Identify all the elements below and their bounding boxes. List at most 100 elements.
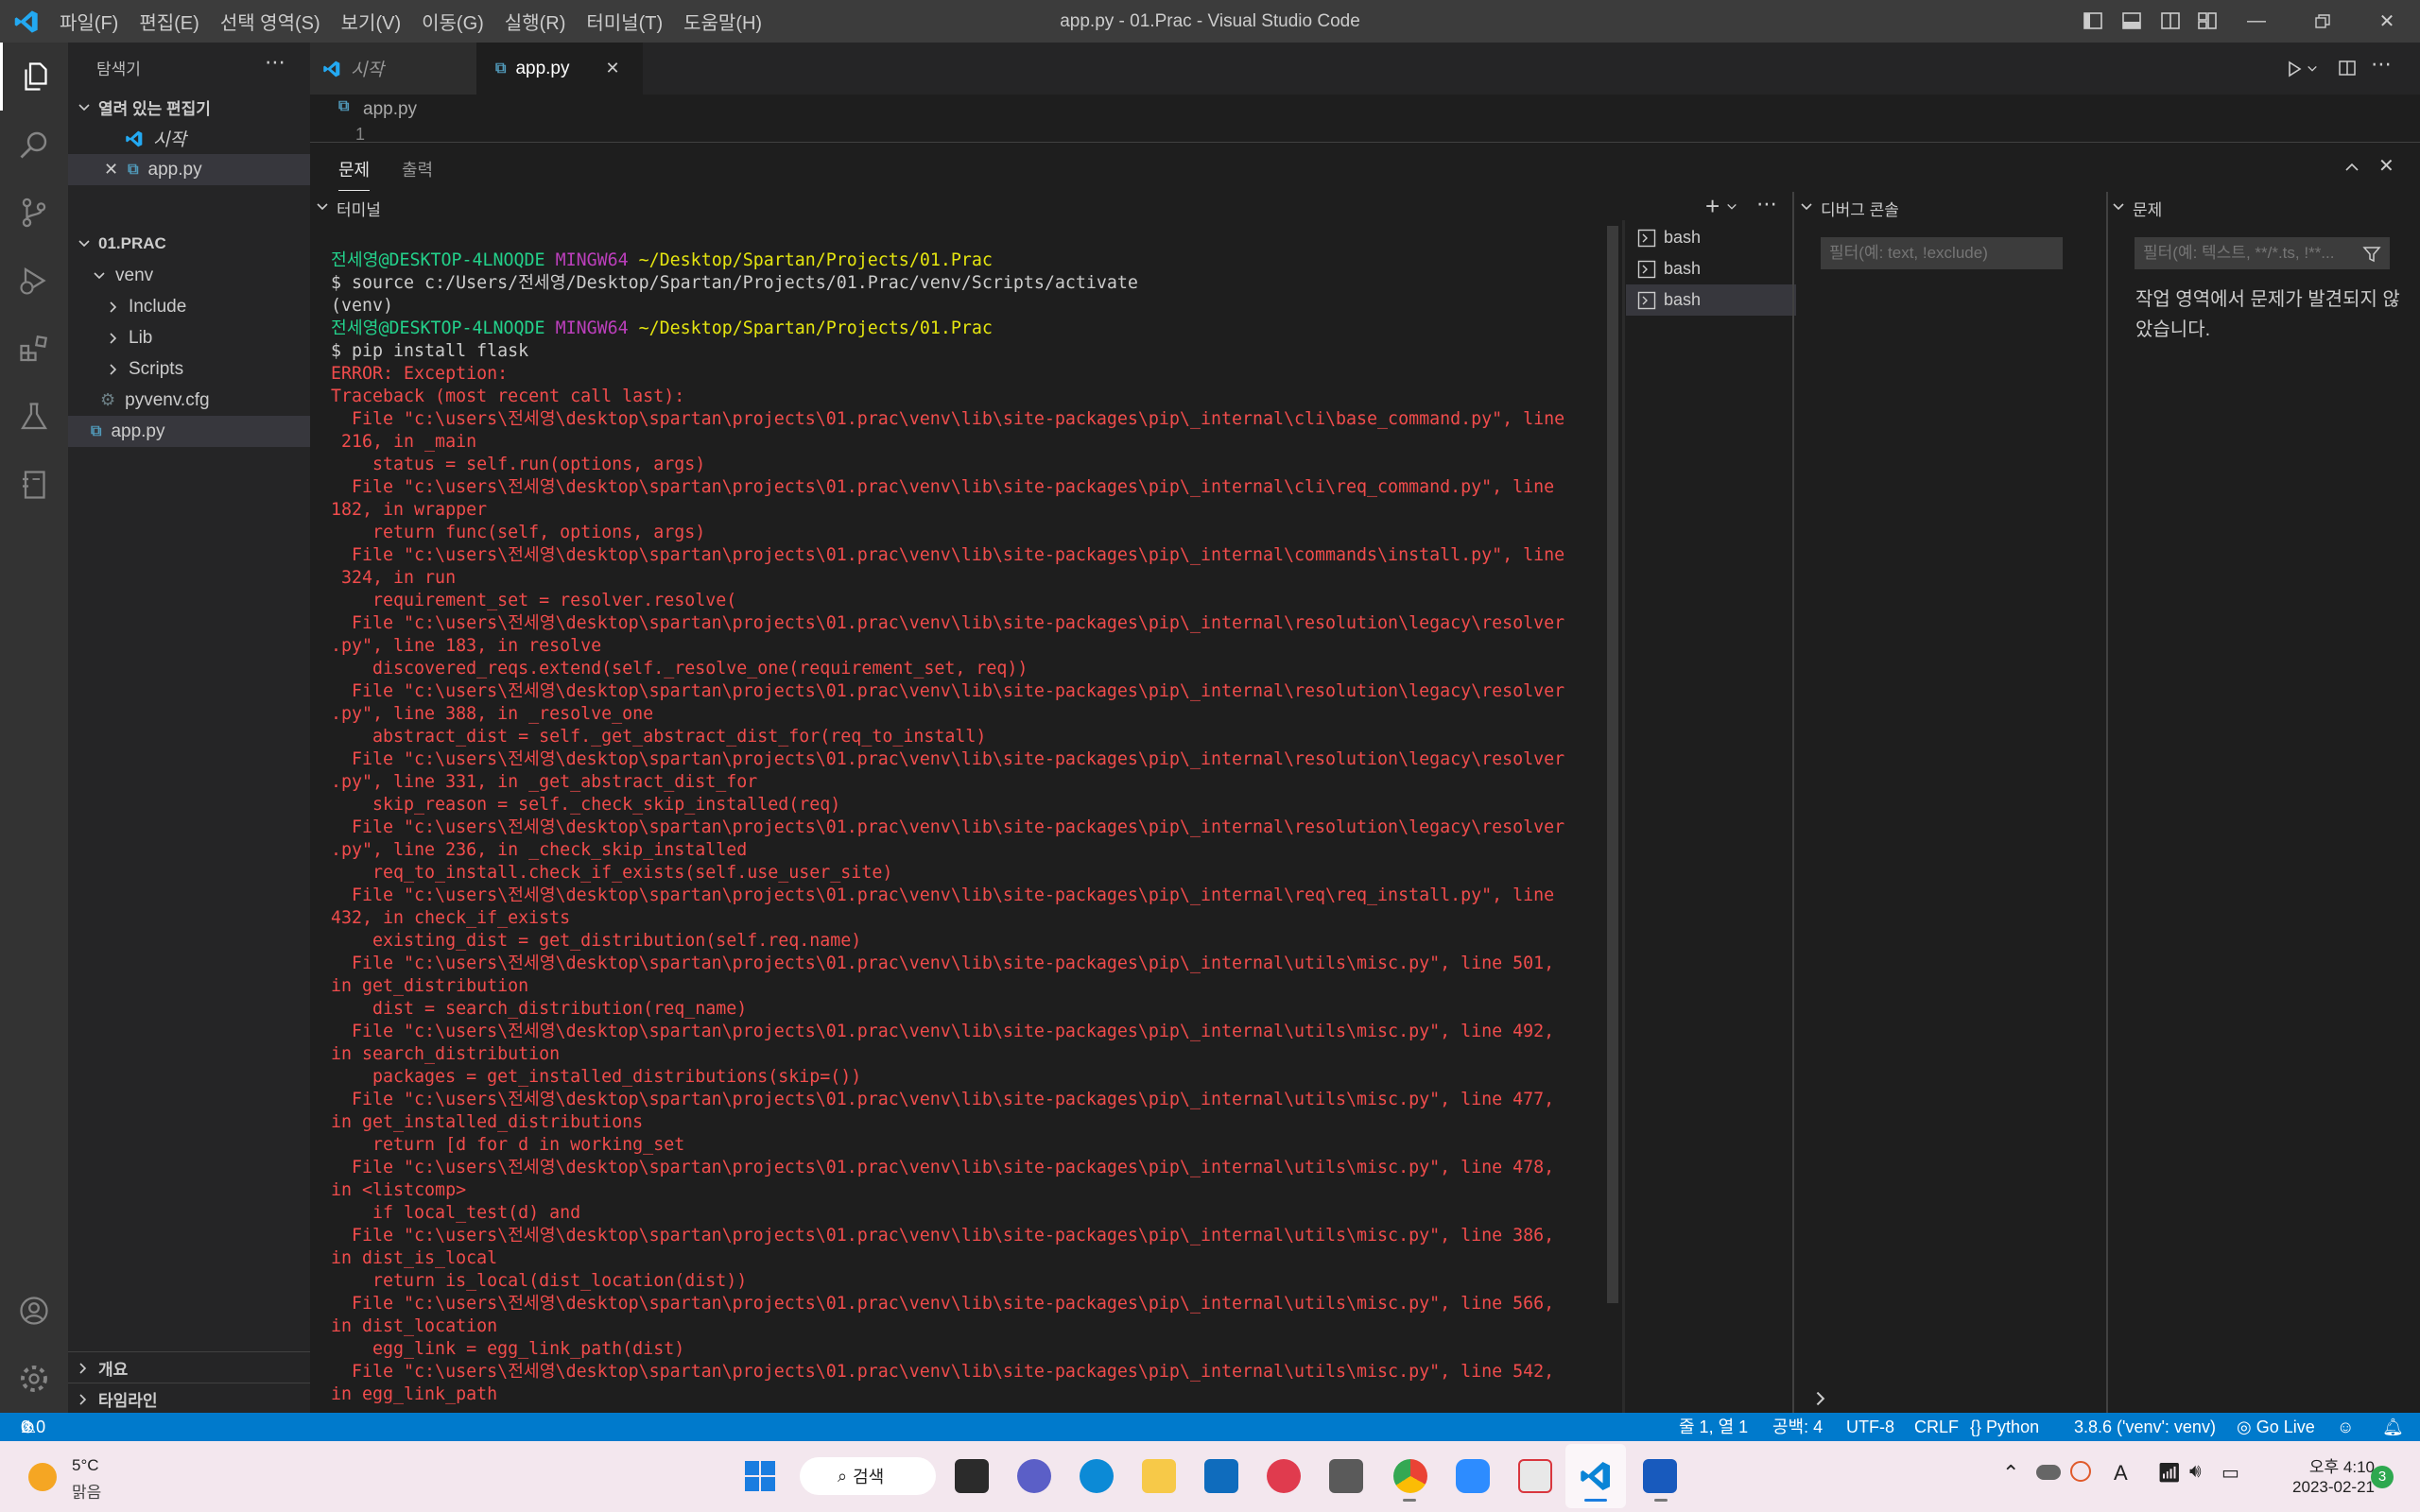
clock-time[interactable]: 오후 4:10	[2276, 1453, 2375, 1477]
messenger-icon[interactable]	[1267, 1459, 1301, 1493]
chevron-right-icon[interactable]	[1811, 1390, 1828, 1407]
app-icon[interactable]	[1518, 1459, 1552, 1493]
chevron-down-icon[interactable]	[316, 200, 329, 214]
toggle-panel-icon[interactable]	[2120, 9, 2143, 32]
terminal-output[interactable]: 전세영@DESKTOP-4LNOQDE MINGW64 ~/Desktop/Sp…	[331, 249, 1598, 1412]
customize-layout-icon[interactable]	[2196, 9, 2219, 32]
wifi-icon[interactable]: 📶︎	[2157, 1461, 2181, 1485]
tab-app-py[interactable]: ⧉ app.py ✕	[476, 43, 643, 94]
menu-edit[interactable]: 편집(E)	[129, 8, 209, 35]
folder-section[interactable]: 01.PRAC	[68, 228, 310, 259]
remote-explorer-button[interactable]	[0, 451, 68, 519]
close-window-button[interactable]: ✕	[2354, 0, 2420, 43]
explorer-more-actions-icon[interactable]: ⋯	[265, 50, 285, 75]
menu-go[interactable]: 이동(G)	[411, 8, 494, 35]
tree-file-app-py[interactable]: ⧉ app.py	[68, 416, 310, 447]
extensions-button[interactable]	[0, 315, 68, 383]
source-control-button[interactable]	[0, 179, 68, 247]
sync-icon[interactable]	[2070, 1461, 2091, 1482]
close-tab-icon[interactable]: ✕	[605, 59, 619, 78]
accounts-button[interactable]	[0, 1277, 68, 1345]
clock-date[interactable]: 2023-02-21	[2265, 1478, 2375, 1497]
camera-icon[interactable]	[1329, 1459, 1363, 1493]
feedback-icon[interactable]: ☺	[2337, 1413, 2354, 1441]
manage-button[interactable]	[0, 1345, 68, 1413]
explorer-button[interactable]	[0, 43, 68, 111]
tree-folder-venv[interactable]: venv	[68, 260, 310, 291]
tab-output[interactable]: 출력	[402, 148, 433, 190]
split-editor-icon[interactable]	[2337, 58, 2358, 78]
menu-help[interactable]: 도움말(H)	[673, 8, 772, 35]
go-live-button[interactable]: ◎ Go Live	[2237, 1413, 2315, 1441]
search-button[interactable]	[0, 111, 68, 179]
restore-button[interactable]	[2290, 0, 2356, 43]
timeline-section[interactable]: 타임라인	[68, 1383, 310, 1415]
weather-sun-icon[interactable]	[28, 1463, 57, 1491]
outline-section[interactable]: 개요	[68, 1352, 310, 1383]
terminal-session-item[interactable]: bash	[1626, 253, 1796, 284]
run-python-file-icon[interactable]	[2284, 59, 2305, 79]
maximize-panel-icon[interactable]	[2342, 158, 2361, 177]
cursor-position[interactable]: 줄 1, 열 1	[1679, 1413, 1748, 1441]
chevron-down-icon[interactable]	[2307, 63, 2318, 75]
word-icon[interactable]	[1643, 1459, 1677, 1493]
tree-file-pyvenv-cfg[interactable]: ⚙ pyvenv.cfg	[68, 385, 310, 416]
terminal-session-item[interactable]: bash	[1626, 222, 1796, 253]
weather-temp[interactable]: 5°C	[72, 1456, 99, 1475]
minimize-button[interactable]: —	[2223, 0, 2290, 43]
problems-status-item[interactable]: ⊗ 0 ⚠ 0	[21, 1413, 45, 1441]
terminal-session-item[interactable]: bash	[1626, 284, 1796, 316]
tray-chevron-up-icon[interactable]: ⌃	[2002, 1461, 2019, 1486]
notifications-bell-icon[interactable]: 🔔︎	[2382, 1413, 2404, 1441]
edge-browser-icon[interactable]	[1080, 1459, 1114, 1493]
terminal-more-icon[interactable]: ⋯	[1756, 192, 1777, 216]
more-actions-icon[interactable]: ⋯	[2371, 52, 2392, 77]
close-icon[interactable]: ✕	[104, 160, 118, 180]
tree-folder-lib[interactable]: Lib	[68, 322, 310, 353]
menu-selection[interactable]: 선택 영역(S)	[210, 8, 331, 35]
open-editor-item-start[interactable]: 시작	[68, 123, 310, 154]
menu-run[interactable]: 실행(R)	[494, 8, 577, 35]
eol-status[interactable]: CRLF	[1914, 1413, 1959, 1441]
menu-terminal[interactable]: 터미널(T)	[576, 8, 673, 35]
battery-icon[interactable]: ▭	[2221, 1461, 2239, 1485]
onedrive-icon[interactable]	[2036, 1465, 2061, 1480]
teams-chat-icon[interactable]	[1017, 1459, 1051, 1493]
run-debug-button[interactable]	[0, 247, 68, 315]
notification-badge[interactable]: 3	[2371, 1466, 2394, 1488]
filter-icon[interactable]	[2362, 245, 2381, 264]
vscode-logo-icon[interactable]	[1579, 1459, 1613, 1493]
tab-start[interactable]: 시작	[310, 43, 476, 94]
terminal-scrollbar[interactable]	[1607, 226, 1618, 1303]
ime-indicator[interactable]: A	[2114, 1461, 2128, 1486]
testing-button[interactable]	[0, 383, 68, 451]
chevron-down-icon[interactable]	[2112, 200, 2125, 214]
taskbar-search[interactable]: ⌕ 검색	[800, 1457, 936, 1495]
indentation-status[interactable]: 공백: 4	[1772, 1413, 1823, 1441]
open-editor-item-app-py[interactable]: ✕ ⧉ app.py	[68, 154, 310, 185]
file-explorer-icon[interactable]	[1142, 1459, 1176, 1493]
tree-folder-scripts[interactable]: Scripts	[68, 353, 310, 385]
chevron-down-icon[interactable]	[1726, 201, 1737, 213]
tab-problems[interactable]: 문제	[338, 148, 371, 191]
toggle-secondary-sidebar-icon[interactable]	[2159, 9, 2182, 32]
windows-start-icon[interactable]	[743, 1459, 777, 1493]
debug-filter-input[interactable]	[1821, 237, 2063, 269]
zoom-icon[interactable]	[1456, 1459, 1490, 1493]
mail-icon[interactable]	[1204, 1459, 1238, 1493]
menu-file[interactable]: 파일(F)	[49, 8, 129, 35]
menu-view[interactable]: 보기(V)	[331, 8, 411, 35]
task-view-icon[interactable]	[955, 1459, 989, 1493]
new-terminal-icon[interactable]: +	[1705, 192, 1720, 220]
python-interpreter-status[interactable]: 3.8.6 ('venv': venv)	[2074, 1413, 2216, 1441]
chrome-browser-icon[interactable]	[1393, 1459, 1427, 1493]
encoding-status[interactable]: UTF-8	[1846, 1413, 1894, 1441]
language-status[interactable]: {} Python	[1970, 1413, 2039, 1441]
open-editors-section[interactable]: 열려 있는 편집기	[68, 92, 310, 123]
volume-icon[interactable]: 🔊︎	[2189, 1461, 2202, 1483]
close-panel-icon[interactable]: ✕	[2378, 154, 2394, 178]
chevron-down-icon[interactable]	[1800, 200, 1813, 214]
breadcrumb-file[interactable]: app.py	[363, 99, 417, 120]
tree-folder-include[interactable]: Include	[68, 291, 310, 322]
problems-filter-input[interactable]	[2135, 237, 2390, 269]
